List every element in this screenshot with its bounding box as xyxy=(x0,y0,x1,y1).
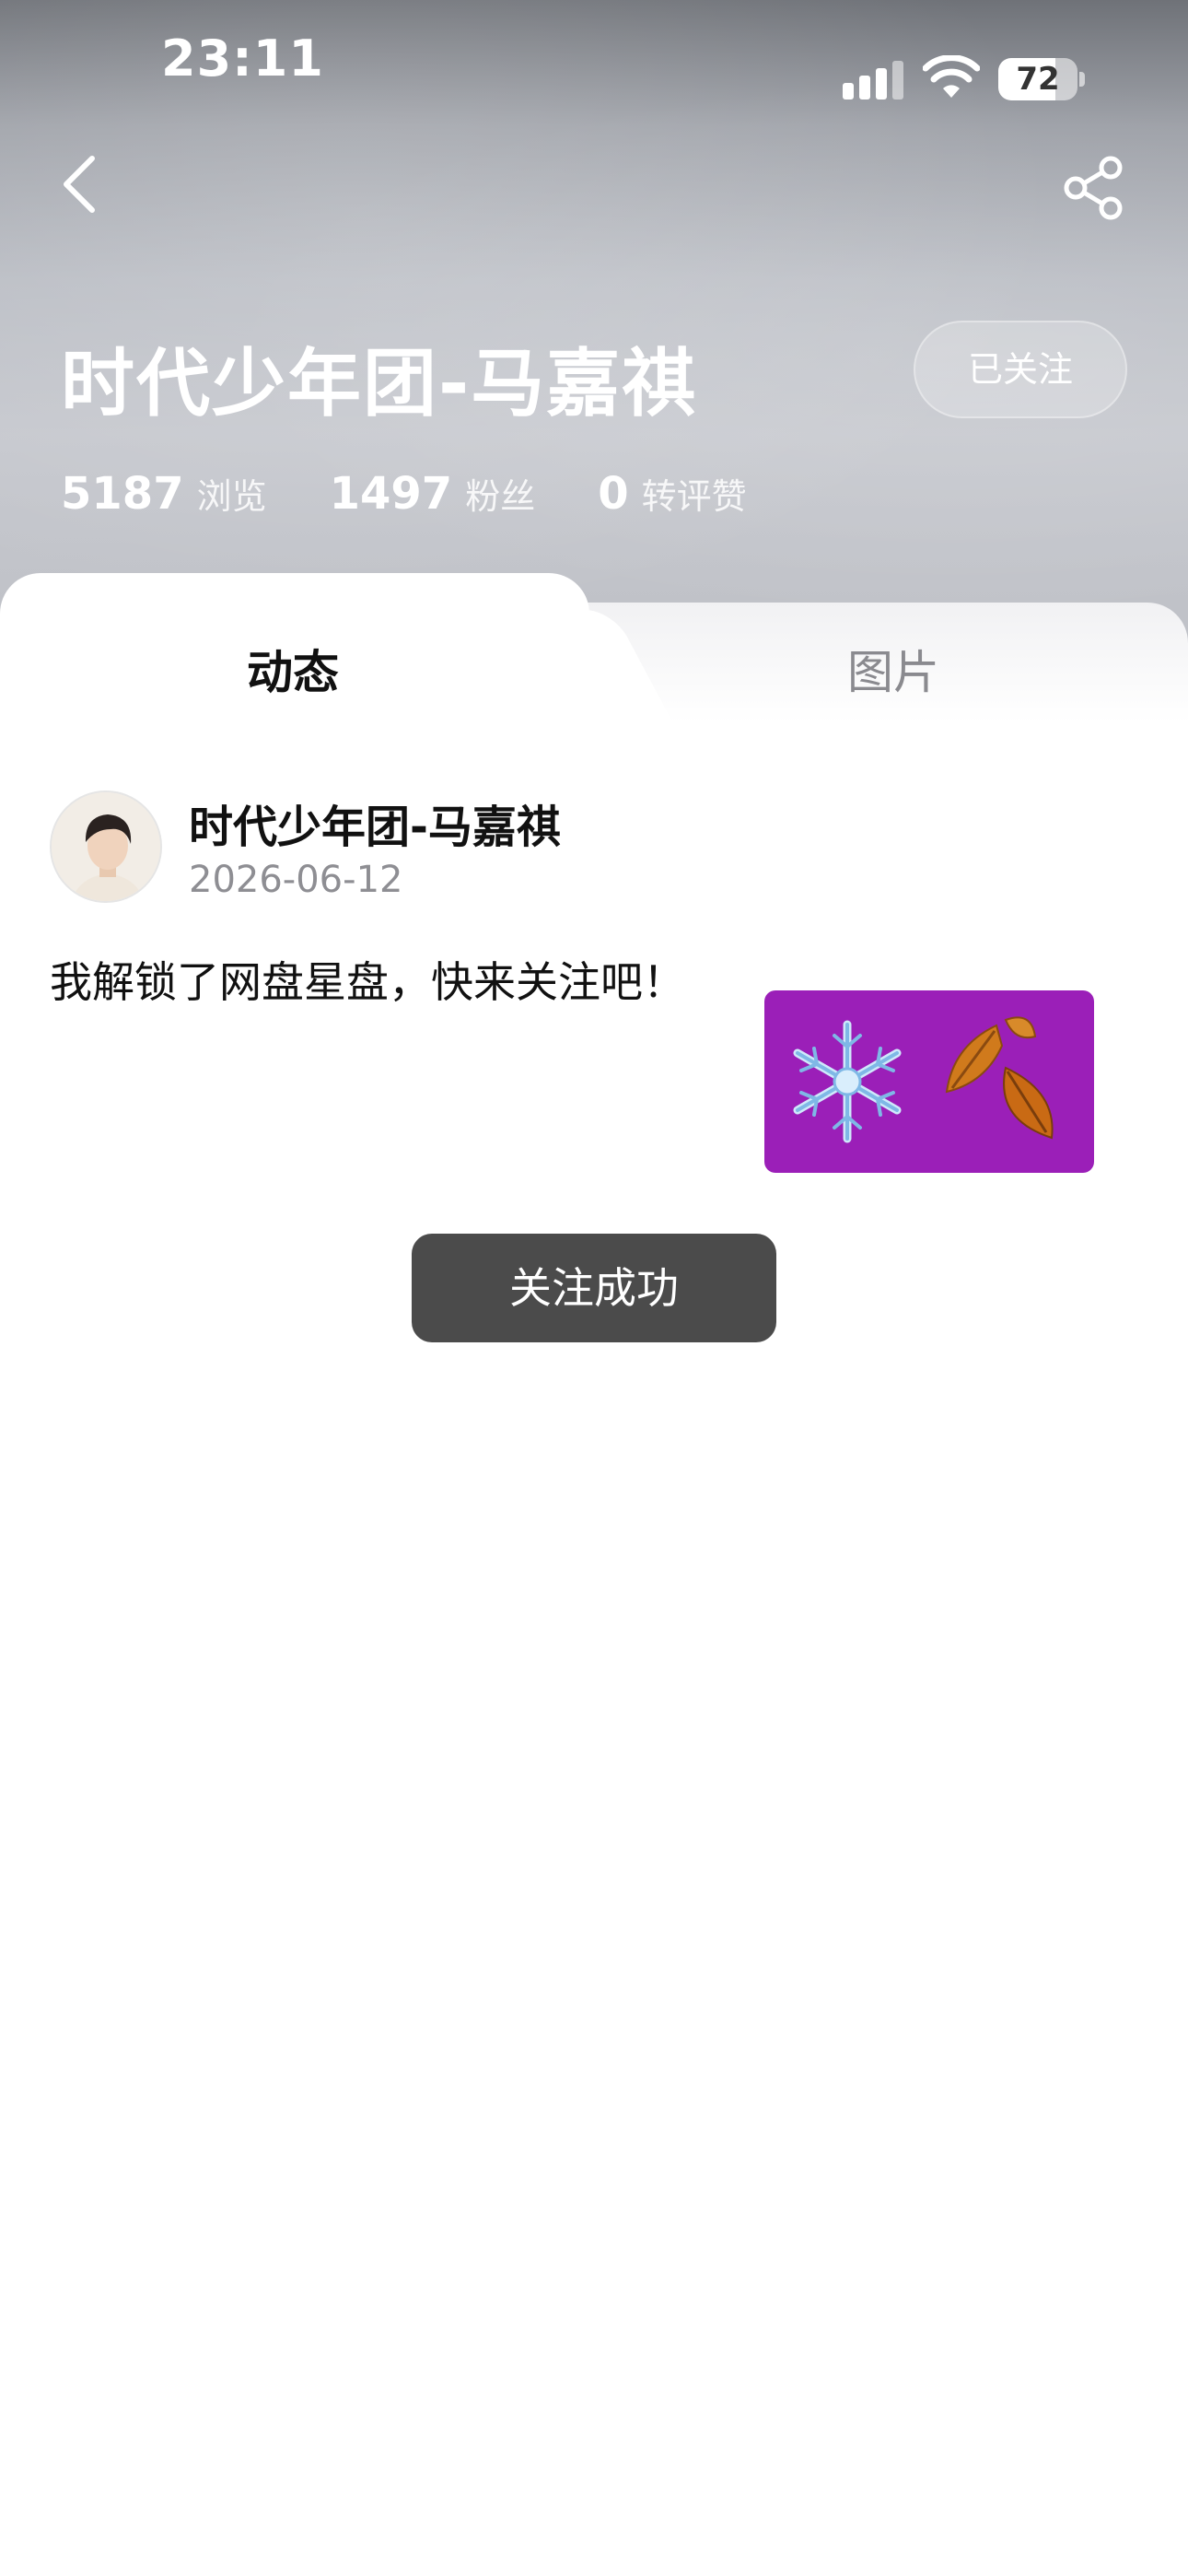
chevron-left-icon[interactable] xyxy=(52,147,107,221)
fallen-leaves-icon xyxy=(945,1016,1054,1140)
avatar[interactable] xyxy=(50,790,162,903)
battery-level: 72 xyxy=(1016,61,1060,98)
post-image[interactable] xyxy=(764,990,1094,1173)
stat-label: 转评赞 xyxy=(641,476,747,517)
stat-value: 1497 xyxy=(329,468,453,520)
post-date: 2026-06-12 xyxy=(189,859,403,901)
post-author[interactable]: 时代少年团-马嘉祺 xyxy=(189,790,561,855)
post-text: 我解锁了网盘星盘，快来关注吧！ xyxy=(50,957,685,1007)
tab-images[interactable]: 图片 xyxy=(847,636,939,702)
share-icon[interactable] xyxy=(1061,155,1127,221)
wifi-icon xyxy=(923,55,980,98)
tab-bar xyxy=(0,573,1188,722)
stat-value: 0 xyxy=(598,468,629,520)
stat-views: 5187 浏览 xyxy=(61,468,267,520)
tab-posts[interactable]: 动态 xyxy=(247,636,339,702)
snowflake-icon xyxy=(793,1020,902,1143)
cellular-signal-icon xyxy=(843,61,903,100)
profile-stats: 5187 浏览 1497 粉丝 0 转评赞 xyxy=(61,468,809,523)
status-time: 23:11 xyxy=(161,29,324,88)
stat-label: 浏览 xyxy=(196,476,267,517)
battery-icon: 72 xyxy=(998,58,1085,100)
stat-label: 粉丝 xyxy=(465,476,536,517)
following-button[interactable]: 已关注 xyxy=(914,321,1127,418)
follow-success-toast: 关注成功 xyxy=(412,1234,776,1342)
profile-title: 时代少年团-马嘉祺 xyxy=(61,341,698,427)
stat-interactions: 0 转评赞 xyxy=(598,468,746,520)
stat-value: 5187 xyxy=(61,468,184,520)
stat-fans: 1497 粉丝 xyxy=(330,468,536,520)
